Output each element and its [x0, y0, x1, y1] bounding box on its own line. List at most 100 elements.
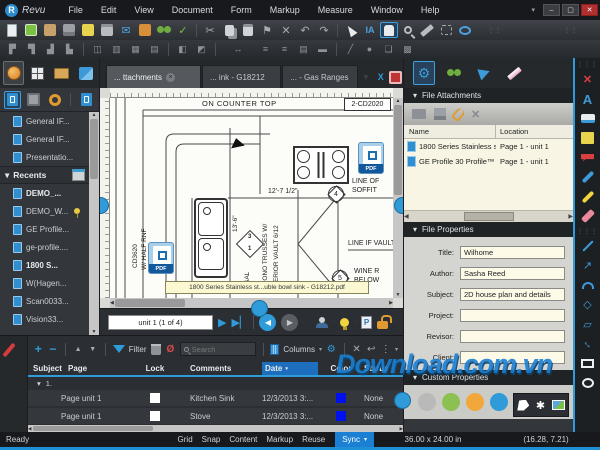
title-field[interactable]	[460, 246, 565, 259]
columns-label[interactable]: Columns	[283, 345, 315, 354]
callout-tool-icon[interactable]	[579, 150, 597, 166]
scroll-left-icon[interactable]: ◀	[110, 300, 114, 306]
scrollbar-thumb[interactable]	[90, 119, 98, 179]
col-page[interactable]: Page	[68, 364, 120, 373]
tab-gas-ranges[interactable]: ... - Gas Ranges	[282, 65, 357, 88]
unlock-icon[interactable]	[377, 321, 388, 329]
search-binoculars-icon[interactable]	[155, 22, 173, 38]
col-name[interactable]: Name	[404, 125, 496, 138]
delete-attachment-icon[interactable]: ✕	[471, 108, 480, 121]
toggle-snap[interactable]: Snap	[202, 435, 221, 444]
menu-help[interactable]: Help	[412, 0, 449, 20]
col-lock[interactable]: Lock	[120, 364, 190, 373]
toggle-content[interactable]: Content	[229, 435, 257, 444]
flag-icon[interactable]: ⚑	[258, 22, 276, 38]
toolbar-overflow-chevron[interactable]: ▾	[531, 6, 535, 14]
attachment-row[interactable]: GE Profile 30 Profile™ ...s -... Page 1 …	[404, 154, 573, 169]
bottom-panel-handle[interactable]	[252, 301, 267, 316]
col-color[interactable]: Color	[318, 364, 364, 373]
filter-label[interactable]: Filter	[129, 345, 147, 354]
save-icon[interactable]	[60, 22, 78, 38]
col-subject[interactable]: Subject	[28, 364, 68, 373]
copy-icon[interactable]	[220, 22, 238, 38]
pattern-icon[interactable]: ▩	[399, 42, 416, 56]
pdf-files-button[interactable]	[4, 91, 21, 109]
polygon-tool-icon[interactable]	[517, 400, 529, 411]
tab-thumbnails[interactable]	[27, 61, 48, 85]
pinned-button[interactable]	[46, 91, 63, 109]
eraser-tool-icon[interactable]	[579, 208, 597, 224]
page-number-field[interactable]	[108, 315, 213, 330]
tab-search[interactable]	[443, 61, 465, 85]
center-h-icon[interactable]: ◫	[89, 42, 106, 56]
filter-icon[interactable]	[113, 345, 125, 353]
tab-file-access[interactable]	[3, 61, 24, 85]
menu-view[interactable]: View	[125, 0, 162, 20]
list-item[interactable]: General IF...	[0, 130, 89, 148]
highlighter-tool-icon[interactable]	[579, 189, 597, 205]
swatch-green[interactable]	[442, 393, 460, 411]
scroll-right-icon[interactable]: ▶	[389, 300, 393, 306]
new-file-icon[interactable]	[3, 22, 21, 38]
save-attachment-icon[interactable]	[434, 108, 446, 120]
menu-file[interactable]: File	[59, 0, 92, 20]
menu-edit[interactable]: Edit	[92, 0, 126, 20]
line-tool-icon[interactable]	[579, 238, 597, 254]
pen-tool-icon[interactable]	[579, 169, 597, 185]
pan-hand-icon[interactable]	[380, 22, 398, 38]
col-comments[interactable]: Comments	[190, 364, 262, 373]
scrollbar-thumb[interactable]	[33, 426, 153, 431]
color-swatch[interactable]	[336, 393, 346, 403]
menu-measure[interactable]: Measure	[309, 0, 362, 20]
sync-toggle[interactable]: Sync ▾	[335, 432, 374, 447]
undo-icon[interactable]: ↶	[296, 22, 314, 38]
search-input[interactable]	[192, 345, 252, 354]
polyline-tool-icon[interactable]: ▱	[579, 316, 597, 332]
remove-markup-icon[interactable]: −	[48, 342, 59, 357]
recents-header[interactable]: ▾ Recents	[0, 166, 89, 184]
open-pdf-button[interactable]	[78, 91, 95, 109]
tab-list-dropdown[interactable]: ▼	[359, 69, 374, 85]
menu-window[interactable]: Window	[362, 0, 412, 20]
panel-handle[interactable]	[395, 393, 410, 408]
select-text-icon[interactable]: IA	[361, 22, 379, 38]
hide-markups-icon[interactable]: Ø	[165, 342, 176, 357]
close-button[interactable]: ✕	[581, 4, 598, 16]
typewriter-tool-icon[interactable]	[579, 111, 597, 127]
spacing-icon[interactable]: ▤	[146, 42, 163, 56]
toggle-reuse[interactable]: Reuse	[302, 435, 325, 444]
pdf-attachment-icon[interactable]: PDF	[148, 242, 174, 274]
tab-sink-g18212[interactable]: ... ink - G18212	[202, 65, 281, 88]
lock-checkbox[interactable]	[150, 411, 160, 421]
trash-icon[interactable]	[151, 342, 162, 357]
properties-doc-icon[interactable]: P	[361, 316, 372, 329]
maximize-button[interactable]: ▢	[562, 4, 579, 16]
list-item[interactable]: Presentatio...	[0, 148, 89, 166]
list-item[interactable]: DEMO_...	[0, 184, 89, 202]
email-icon[interactable]: ✉	[117, 22, 135, 38]
layers-icon[interactable]: ❏	[380, 42, 397, 56]
list-item[interactable]: ge-profile....	[0, 238, 89, 256]
clear-icon[interactable]: ✕	[351, 342, 362, 357]
markups-group-row[interactable]: ▾ 1.	[28, 377, 403, 390]
col-status[interactable]: Status	[364, 364, 403, 373]
move-up-icon[interactable]: ▲	[73, 342, 84, 357]
list-item[interactable]: 1800 S...	[0, 256, 89, 274]
pdf-attachment-icon[interactable]: PDF	[358, 142, 384, 174]
snapshot-icon[interactable]	[437, 22, 455, 38]
swatch-orange[interactable]	[466, 393, 484, 411]
list-item[interactable]: DEMO_W...	[0, 202, 89, 220]
center-v-icon[interactable]: ▥	[108, 42, 125, 56]
swatch-gray[interactable]	[418, 393, 436, 411]
rectangle-tool-icon[interactable]	[579, 355, 597, 371]
tab-layers[interactable]	[75, 61, 96, 85]
reply-icon[interactable]: ↩	[366, 342, 377, 357]
align-bottom-icon[interactable]: ▙	[61, 42, 78, 56]
line-tool-icon[interactable]: ╱	[342, 42, 359, 56]
chevron-down-icon[interactable]: ▾	[37, 379, 41, 388]
client-field[interactable]	[460, 351, 565, 364]
note-tool-icon[interactable]	[579, 130, 597, 146]
project-field[interactable]	[460, 309, 565, 322]
list-3-icon[interactable]: ▤	[295, 42, 312, 56]
tab-attachments[interactable]: ... ttachments ×	[106, 65, 201, 88]
